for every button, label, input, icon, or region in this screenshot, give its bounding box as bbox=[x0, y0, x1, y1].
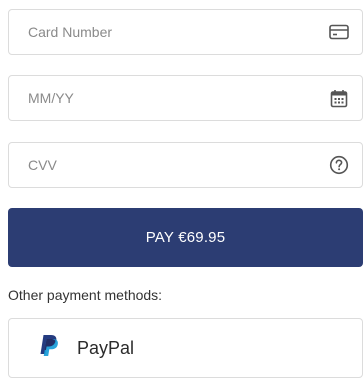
pay-button[interactable]: PAY €69.95 bbox=[8, 208, 363, 267]
paypal-logo-icon bbox=[39, 334, 59, 363]
expiry-field[interactable] bbox=[8, 75, 363, 121]
credit-card-icon bbox=[328, 21, 350, 43]
paypal-option[interactable]: PayPal bbox=[8, 318, 363, 378]
card-number-input[interactable] bbox=[28, 10, 328, 54]
paypal-label: PayPal bbox=[77, 337, 135, 358]
expiry-input[interactable] bbox=[28, 76, 328, 120]
help-circle-icon[interactable] bbox=[328, 154, 350, 176]
other-payment-methods-label: Other payment methods: bbox=[8, 287, 163, 303]
cvv-field[interactable] bbox=[8, 142, 363, 188]
calendar-icon bbox=[328, 87, 350, 109]
card-number-field[interactable] bbox=[8, 9, 363, 55]
cvv-input[interactable] bbox=[28, 143, 328, 187]
